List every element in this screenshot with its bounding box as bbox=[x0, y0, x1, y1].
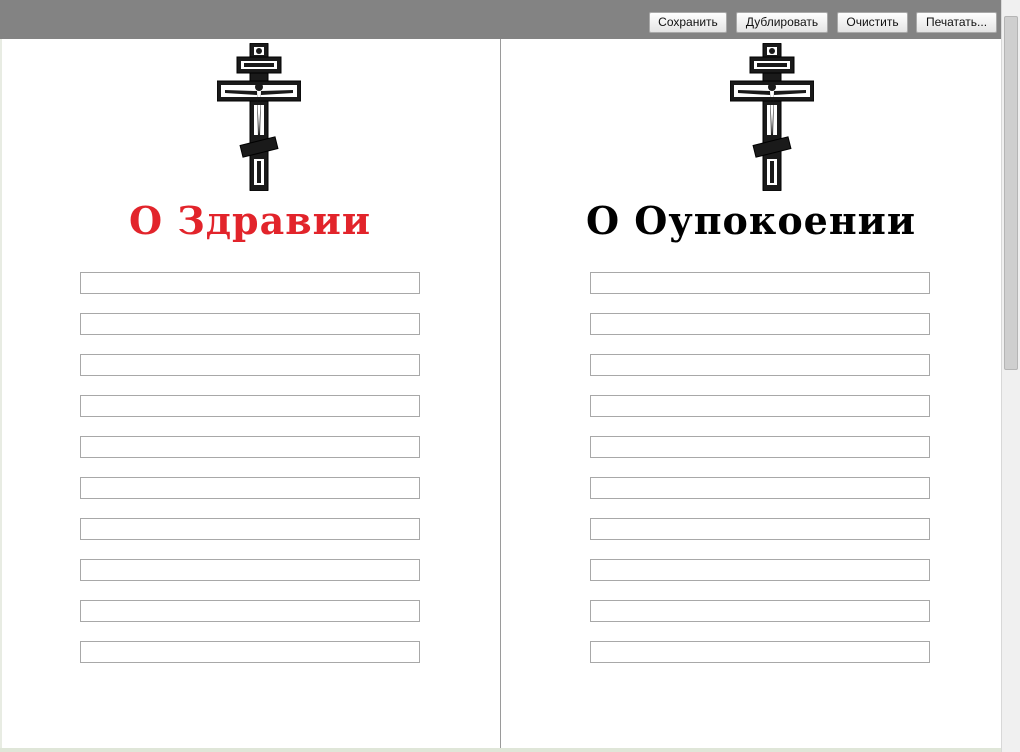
toolbar: Сохранить Дублировать Очистить Печатать.… bbox=[0, 0, 1020, 39]
scrollbar-thumb[interactable] bbox=[1004, 16, 1018, 370]
health-title: О Здравии bbox=[128, 198, 372, 243]
health-name-field[interactable] bbox=[80, 395, 420, 417]
vertical-scrollbar[interactable] bbox=[1001, 0, 1020, 752]
health-name-field[interactable] bbox=[80, 600, 420, 622]
repose-note-panel: О Оупокоении bbox=[501, 39, 1001, 752]
repose-name-field[interactable] bbox=[590, 313, 930, 335]
repose-title: О Оупокоении bbox=[585, 198, 917, 243]
page-edge bbox=[0, 39, 2, 752]
clear-button[interactable]: Очистить bbox=[837, 12, 908, 33]
repose-name-field[interactable] bbox=[590, 641, 930, 663]
health-name-field[interactable] bbox=[80, 518, 420, 540]
health-name-field[interactable] bbox=[80, 313, 420, 335]
health-name-field[interactable] bbox=[80, 354, 420, 376]
health-name-field[interactable] bbox=[80, 559, 420, 581]
duplicate-button[interactable]: Дублировать bbox=[736, 12, 828, 33]
repose-name-field[interactable] bbox=[590, 395, 930, 417]
repose-name-field[interactable] bbox=[590, 436, 930, 458]
health-name-field[interactable] bbox=[80, 272, 420, 294]
repose-name-field[interactable] bbox=[590, 600, 930, 622]
save-button[interactable]: Сохранить bbox=[649, 12, 727, 33]
repose-name-field[interactable] bbox=[590, 559, 930, 581]
repose-name-field[interactable] bbox=[590, 272, 930, 294]
health-name-field[interactable] bbox=[80, 641, 420, 663]
orthodox-cross-icon bbox=[217, 43, 301, 191]
health-name-field[interactable] bbox=[80, 477, 420, 499]
repose-name-field[interactable] bbox=[590, 354, 930, 376]
orthodox-cross-icon bbox=[730, 43, 814, 191]
note-page: О Здравии О Оупокоении bbox=[0, 39, 1001, 752]
print-button[interactable]: Печатать... bbox=[916, 12, 997, 33]
page-edge bbox=[0, 748, 1001, 752]
repose-name-field[interactable] bbox=[590, 518, 930, 540]
health-note-panel: О Здравии bbox=[0, 39, 500, 752]
health-name-field[interactable] bbox=[80, 436, 420, 458]
repose-name-field[interactable] bbox=[590, 477, 930, 499]
